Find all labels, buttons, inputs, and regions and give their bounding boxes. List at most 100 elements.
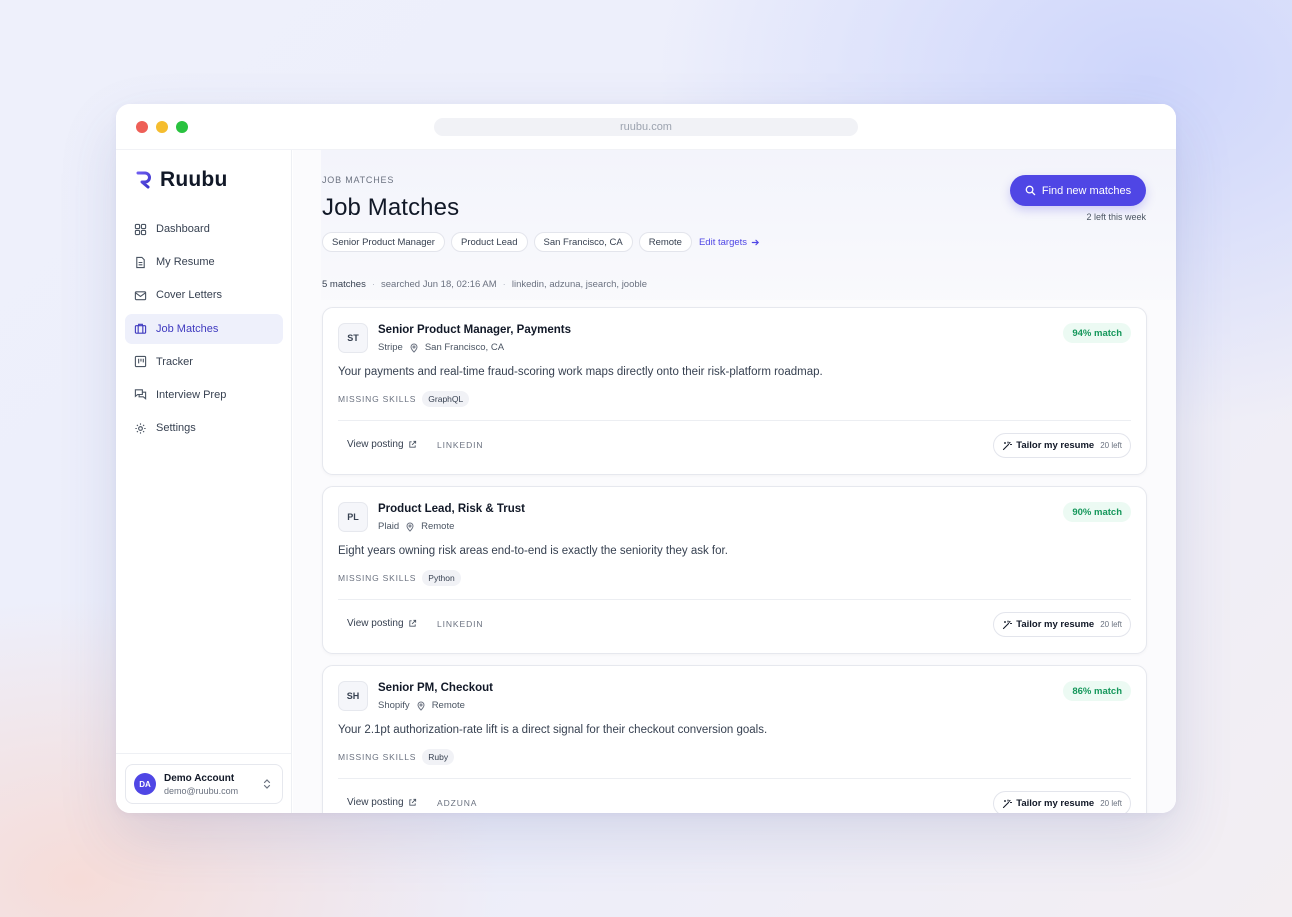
- page-title: Job Matches: [322, 194, 460, 221]
- missing-skills-label: MISSING SKILLS: [338, 394, 417, 404]
- company-logo: SH: [338, 681, 368, 711]
- job-source: LINKEDIN: [437, 440, 484, 450]
- document-icon: [136, 256, 145, 268]
- location-pin-icon: [410, 343, 418, 353]
- edit-targets-link[interactable]: Edit targets: [699, 237, 760, 248]
- company-line: Stripe San Francisco, CA: [378, 342, 504, 353]
- tailor-resume-button[interactable]: Tailor my resume 20 left: [993, 791, 1131, 813]
- magic-wand-icon: [1003, 619, 1013, 629]
- search-sources: linkedin, adzuna, jsearch, jooble: [511, 279, 648, 290]
- chevron-up-down-icon: [263, 779, 271, 789]
- sidebar-item-label: My Resume: [156, 256, 215, 269]
- sidebar-item-dashboard[interactable]: Dashboard: [125, 214, 283, 244]
- match-summary: Your 2.1pt authorization-rate lift is a …: [338, 724, 768, 736]
- minimize-window-button[interactable]: [156, 121, 168, 133]
- briefcase-icon: [134, 323, 147, 334]
- match-score-badge: 86% match: [1063, 681, 1131, 701]
- tailor-resume-button[interactable]: Tailor my resume 20 left: [993, 612, 1131, 637]
- tailor-remaining: 20 left: [1100, 799, 1122, 808]
- card-divider: [338, 599, 1131, 600]
- view-posting-link[interactable]: View posting: [347, 618, 417, 629]
- company-name: Stripe: [378, 342, 403, 353]
- sidebar-item-job-matches[interactable]: Job Matches: [125, 313, 283, 344]
- tailor-resume-label: Tailor my resume: [1016, 440, 1095, 451]
- gear-icon: [135, 423, 146, 434]
- match-score-badge: 94% match: [1063, 323, 1131, 343]
- brand-name: Ruubu: [160, 168, 228, 191]
- match-summary: Your payments and real-time fraud-scorin…: [338, 366, 823, 378]
- location-pin-icon: [406, 522, 414, 532]
- card-divider: [338, 420, 1131, 421]
- sidebar-item-label: Tracker: [156, 355, 193, 368]
- company-name: Plaid: [378, 521, 400, 532]
- target-chip[interactable]: Product Lead: [450, 232, 528, 252]
- grid-icon: [134, 223, 147, 235]
- missing-skills: MISSING SKILLS Ruby: [338, 749, 455, 765]
- results-meta: 5 matches · searched Jun 18, 02:16 AM · …: [322, 279, 647, 290]
- search-quota: 2 left this week: [1086, 212, 1146, 222]
- edit-targets-label: Edit targets: [698, 236, 748, 248]
- company-name: Shopify: [378, 700, 410, 711]
- close-window-button[interactable]: [136, 121, 148, 133]
- job-title[interactable]: Senior PM, Checkout: [378, 682, 493, 694]
- missing-skills-label: MISSING SKILLS: [338, 752, 417, 762]
- target-chip[interactable]: Remote: [638, 232, 692, 252]
- view-posting-label: View posting: [347, 618, 404, 629]
- mail-icon: [134, 291, 147, 301]
- company-logo: PL: [338, 502, 368, 532]
- skill-tag: Python: [422, 570, 461, 586]
- sidebar-item-my-resume[interactable]: My Resume: [125, 247, 283, 277]
- location-pin-icon: [417, 701, 425, 711]
- separator-dot: ·: [502, 279, 506, 290]
- sidebar-item-interview-prep[interactable]: Interview Prep: [125, 380, 283, 410]
- external-link-icon: [408, 619, 416, 627]
- main-content: JOB MATCHES Job Matches Senior Product M…: [293, 150, 1176, 813]
- view-posting-link[interactable]: View posting: [347, 439, 417, 450]
- separator-dot: ·: [371, 279, 375, 290]
- sidebar-item-tracker[interactable]: Tracker: [125, 347, 283, 377]
- sidebar-item-label: Cover Letters: [156, 289, 223, 302]
- job-source: LINKEDIN: [437, 619, 484, 629]
- tailor-resume-label: Tailor my resume: [1016, 798, 1095, 809]
- app-window: ruubu.com Ruubu Dashboard My Resume Cove…: [116, 104, 1176, 813]
- account-name: Demo Account: [164, 772, 235, 784]
- match-score-badge: 90% match: [1063, 502, 1131, 522]
- target-chip[interactable]: Senior Product Manager: [322, 232, 445, 252]
- sidebar-item-label: Dashboard: [156, 223, 210, 235]
- job-title[interactable]: Product Lead, Risk & Trust: [378, 503, 525, 515]
- account-switcher[interactable]: DA Demo Account demo@ruubu.com: [125, 764, 283, 804]
- kanban-icon: [134, 356, 147, 368]
- tailor-resume-label: Tailor my resume: [1016, 619, 1095, 630]
- sidebar-item-label: Interview Prep: [156, 388, 227, 401]
- tailor-resume-button[interactable]: Tailor my resume 20 left: [993, 433, 1131, 458]
- chat-icon: [134, 389, 147, 401]
- job-location: Remote: [421, 521, 455, 532]
- job-source: ADZUNA: [437, 798, 478, 808]
- find-new-matches-button[interactable]: Find new matches: [1010, 175, 1146, 206]
- tailor-remaining: 20 left: [1100, 441, 1122, 450]
- job-location: San Francisco, CA: [424, 342, 505, 353]
- header-background: [321, 150, 1176, 300]
- maximize-window-button[interactable]: [176, 121, 188, 133]
- sidebar-nav: Dashboard My Resume Cover Letters Job Ma…: [125, 214, 283, 446]
- target-chip[interactable]: San Francisco, CA: [533, 232, 633, 252]
- sidebar: Ruubu Dashboard My Resume Cover Letters …: [116, 150, 292, 813]
- sidebar-item-cover-letters[interactable]: Cover Letters: [125, 280, 283, 310]
- job-card: PL Product Lead, Risk & Trust Plaid Remo…: [322, 486, 1147, 654]
- searched-time: searched Jun 18, 02:16 AM: [381, 279, 497, 290]
- job-title[interactable]: Senior Product Manager, Payments: [378, 324, 571, 336]
- sidebar-item-label: Job Matches: [156, 322, 219, 335]
- view-posting-link[interactable]: View posting: [347, 797, 417, 808]
- search-icon: [1025, 185, 1036, 196]
- missing-skills: MISSING SKILLS Python: [338, 570, 461, 586]
- url-bar[interactable]: ruubu.com: [434, 118, 858, 136]
- browser-titlebar: ruubu.com: [116, 104, 1176, 150]
- view-posting-label: View posting: [347, 439, 404, 450]
- find-new-matches-label: Find new matches: [1041, 184, 1132, 197]
- sidebar-item-settings[interactable]: Settings: [125, 413, 283, 443]
- missing-skills: MISSING SKILLS GraphQL: [338, 391, 470, 407]
- brand[interactable]: Ruubu: [136, 168, 227, 192]
- company-line: Shopify Remote: [378, 700, 465, 711]
- arrow-right-icon: [751, 239, 760, 245]
- external-link-icon: [408, 440, 416, 448]
